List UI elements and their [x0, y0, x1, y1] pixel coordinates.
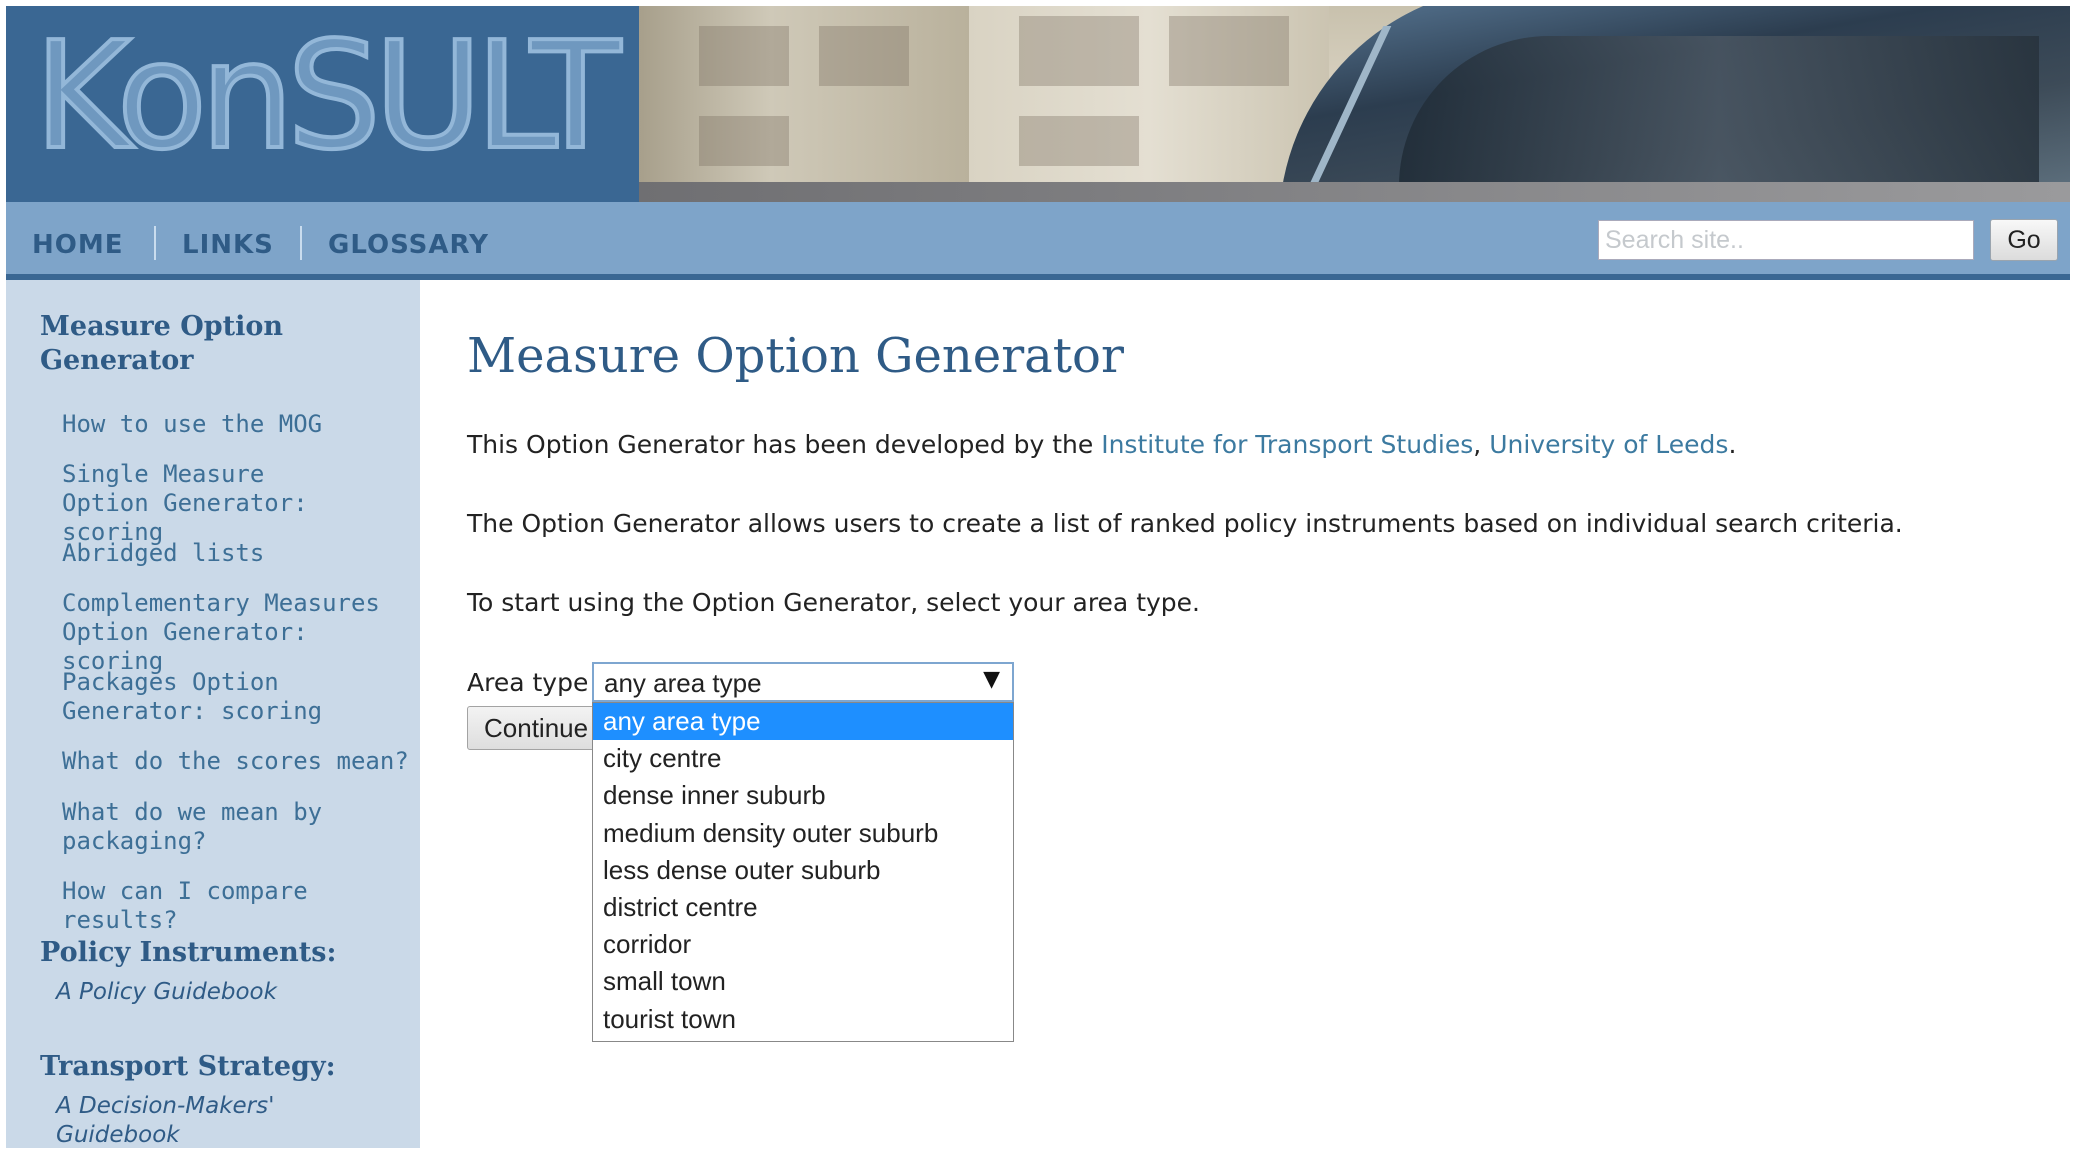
instruction-paragraph: To start using the Option Generator, sel…: [467, 588, 1200, 617]
sidebar-link-packaging[interactable]: What do we mean by packaging?: [62, 798, 352, 856]
dropdown-arrow-icon: ▼: [983, 667, 1000, 692]
option-any-area-type[interactable]: any area type: [593, 703, 1013, 741]
sidebar-transport-subtitle[interactable]: A Decision-Makers' Guidebook: [56, 1092, 356, 1150]
sidebar-transport-title[interactable]: Transport Strategy:: [40, 1050, 336, 1084]
area-type-label: Area type: [467, 668, 589, 697]
nav-glossary[interactable]: GLOSSARY: [328, 230, 489, 260]
option-small-town[interactable]: small town: [593, 963, 1013, 1000]
description-paragraph: The Option Generator allows users to cre…: [467, 509, 1903, 538]
option-tourist-town[interactable]: tourist town: [593, 1001, 1013, 1038]
link-its[interactable]: Institute for Transport Studies: [1101, 430, 1473, 459]
sidebar-policy-subtitle[interactable]: A Policy Guidebook: [56, 978, 277, 1007]
page-title: Measure Option Generator: [467, 328, 1124, 384]
option-medium-density-outer-suburb[interactable]: medium density outer suburb: [593, 815, 1013, 852]
option-district-centre[interactable]: district centre: [593, 889, 1013, 926]
sidebar-policy-title[interactable]: Policy Instruments:: [40, 936, 336, 970]
sidebar-link-packages[interactable]: Packages Option Generator: scoring: [62, 668, 422, 726]
sidebar-link-abridged[interactable]: Abridged lists: [62, 539, 422, 568]
area-type-select[interactable]: any area type ▼: [592, 662, 1014, 702]
sidebar-link-single-measure[interactable]: Single Measure Option Generator: scoring: [62, 460, 362, 547]
top-nav: HOME LINKS GLOSSARY Go: [6, 202, 2070, 280]
sidebar: Measure Option Generator How to use the …: [6, 280, 420, 1148]
nav-divider: [154, 226, 156, 260]
sidebar-link-complementary[interactable]: Complementary Measures Option Generator:…: [62, 589, 402, 676]
intro-paragraph: This Option Generator has been developed…: [467, 430, 1737, 459]
option-dense-inner-suburb[interactable]: dense inner suburb: [593, 777, 1013, 814]
nav-divider: [300, 226, 302, 260]
banner-photo: [639, 6, 2070, 202]
search-input[interactable]: [1598, 220, 1974, 260]
nav-home[interactable]: HOME: [32, 230, 124, 260]
option-less-dense-outer-suburb[interactable]: less dense outer suburb: [593, 852, 1013, 889]
link-university-of-leeds[interactable]: University of Leeds: [1489, 430, 1728, 459]
sidebar-section-title[interactable]: Measure Option Generator: [40, 310, 340, 378]
sidebar-link-scores-mean[interactable]: What do the scores mean?: [62, 747, 422, 776]
area-type-options: any area type city centre dense inner su…: [592, 702, 1014, 1042]
option-corridor[interactable]: corridor: [593, 926, 1013, 963]
search-go-button[interactable]: Go: [1990, 219, 2058, 261]
select-current-value: any area type: [604, 668, 762, 698]
sidebar-link-how-to-use[interactable]: How to use the MOG: [62, 410, 422, 439]
logo[interactable]: KonSULT: [6, 6, 639, 202]
logo-text: KonSULT: [32, 10, 623, 182]
nav-links[interactable]: LINKS: [182, 230, 274, 260]
site-banner: KonSULT: [6, 6, 2070, 202]
sidebar-link-compare[interactable]: How can I compare results?: [62, 877, 422, 935]
option-city-centre[interactable]: city centre: [593, 740, 1013, 777]
